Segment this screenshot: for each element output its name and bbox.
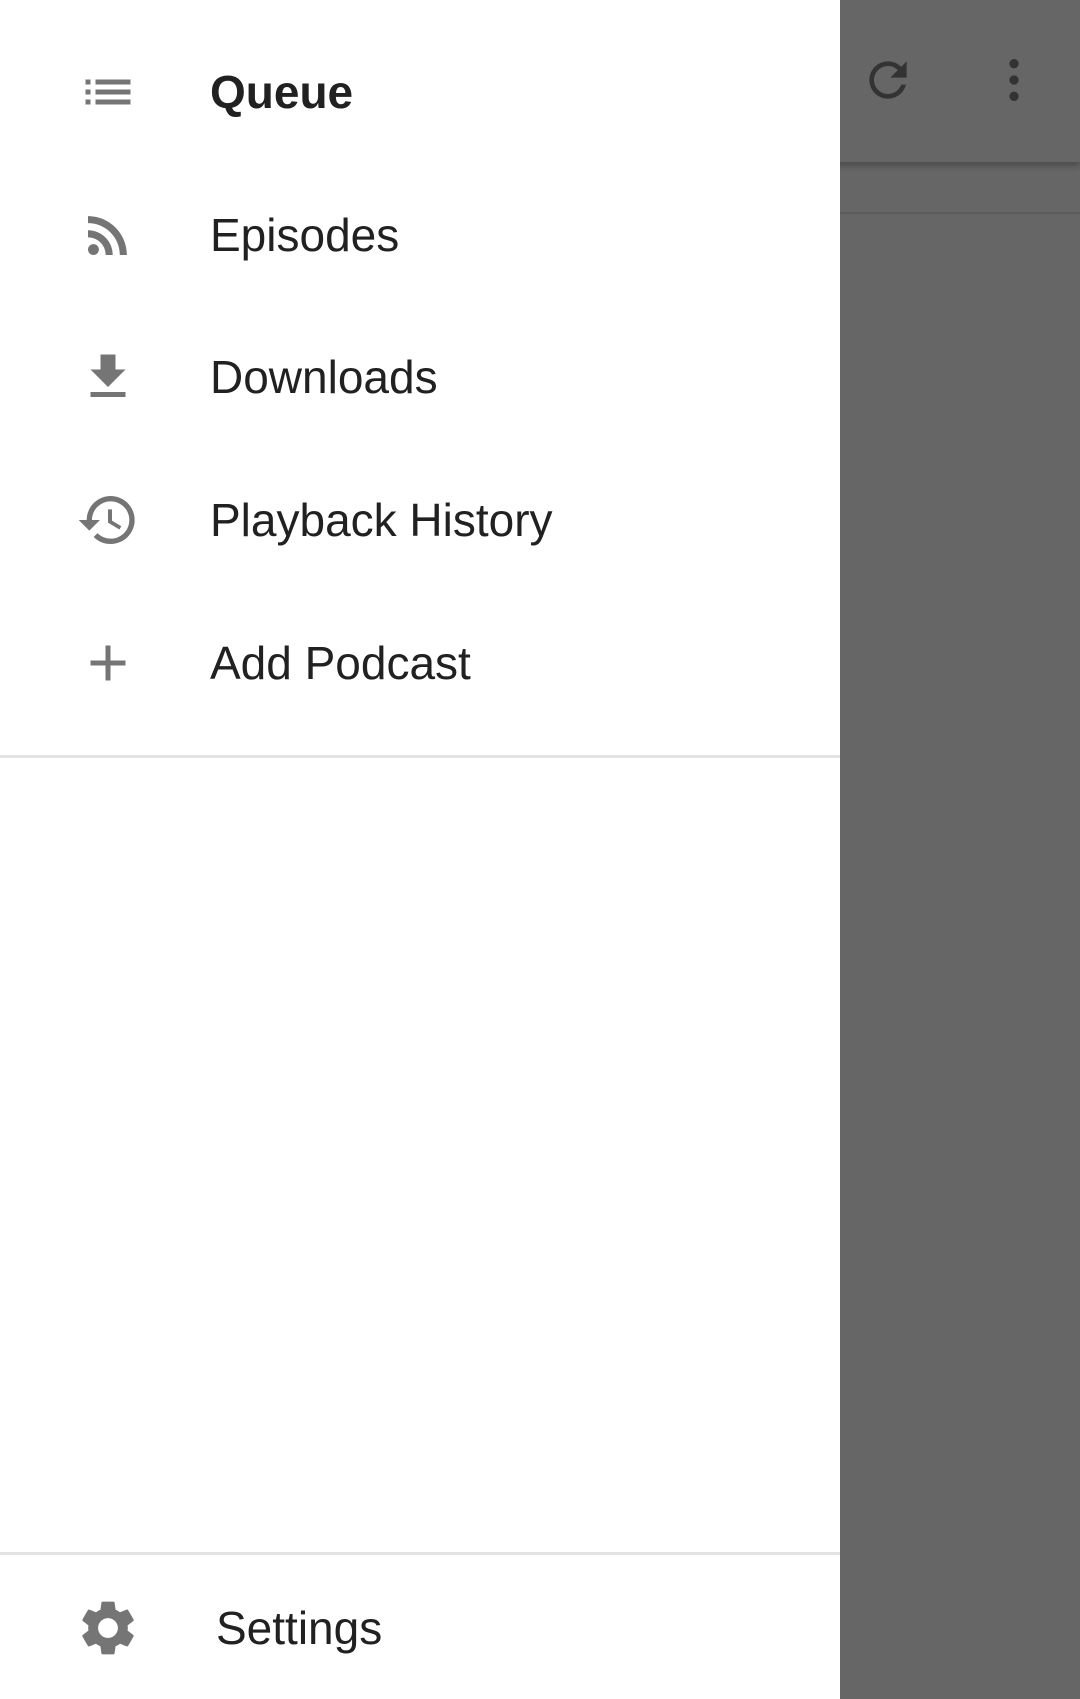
refresh-button[interactable] <box>848 40 928 120</box>
nav-item-downloads[interactable]: Downloads <box>0 307 840 447</box>
add-icon <box>72 627 144 699</box>
history-icon <box>72 484 144 556</box>
queue-list-icon <box>72 56 144 128</box>
footer-divider <box>0 1552 840 1555</box>
nav-item-label: Queue <box>210 66 354 118</box>
download-icon <box>72 341 144 413</box>
nav-item-label: Settings <box>216 1602 383 1654</box>
nav-item-label: Downloads <box>210 351 438 403</box>
nav-item-label: Episodes <box>210 209 400 261</box>
more-options-button[interactable] <box>974 40 1054 120</box>
gear-icon <box>72 1592 144 1664</box>
refresh-icon <box>860 52 916 108</box>
navigation-drawer: Queue Episodes Downloads Playback Histor… <box>0 0 840 1699</box>
rss-feed-icon <box>72 199 144 271</box>
drawer-divider <box>0 755 840 758</box>
more-vert-icon <box>986 52 1042 108</box>
nav-item-playback-history[interactable]: Playback History <box>0 450 840 590</box>
nav-item-queue[interactable]: Queue <box>0 22 840 162</box>
nav-item-settings[interactable]: Settings <box>0 1558 840 1698</box>
nav-item-add-podcast[interactable]: Add Podcast <box>0 593 840 733</box>
nav-item-label: Playback History <box>210 494 553 546</box>
app-root: Queue Episodes Downloads Playback Histor… <box>0 0 1080 1699</box>
nav-item-label: Add Podcast <box>210 637 471 689</box>
nav-item-episodes[interactable]: Episodes <box>0 165 840 305</box>
